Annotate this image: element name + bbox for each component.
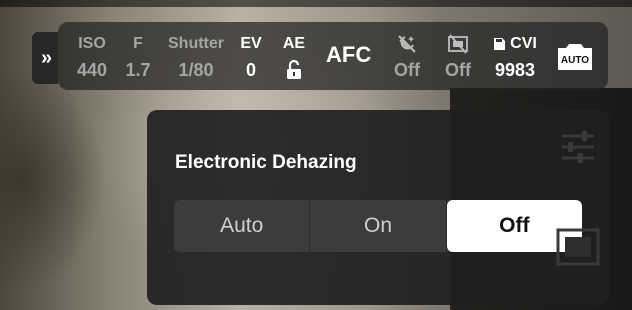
overlay-status-value: Off [445,60,471,80]
panel-title: Electronic Dehazing [175,152,357,173]
dehaze-status[interactable]: Off [389,33,425,85]
option-auto[interactable]: Auto [174,200,311,252]
sd-card-icon [494,38,506,50]
ev-param[interactable]: EV 0 [236,33,266,85]
sliders-icon[interactable] [560,130,596,164]
frame-icon[interactable] [556,228,600,266]
camera-auto-icon: AUTO [558,44,592,70]
double-chevron-right-icon: » [40,46,52,69]
dehaze-off-icon [398,35,416,53]
dehaze-status-value: Off [394,60,420,80]
camera-mode-button[interactable]: AUTO [555,40,595,77]
iso-label: ISO [78,35,106,52]
dehazing-mode-selector: Auto On Off [174,200,582,252]
aperture-label: F [133,35,143,52]
storage-value: 9983 [494,60,536,80]
ae-label: AE [282,35,306,52]
overlay-off-icon [448,34,468,54]
shutter-value: 1/80 [178,60,214,80]
aperture-value: 1.7 [125,60,151,80]
ev-label: EV [240,35,262,52]
storage-label: CVI [510,35,537,52]
camera-auto-badge: AUTO [561,55,589,66]
iso-value: 440 [76,60,108,80]
shutter-param[interactable]: Shutter 1/80 [163,33,229,85]
shutter-label: Shutter [168,35,224,52]
option-on[interactable]: On [310,200,447,252]
top-edge-bar [0,0,632,7]
aperture-param[interactable]: F 1.7 [121,33,155,85]
ae-param[interactable]: AE [278,33,310,85]
iso-param[interactable]: ISO 440 [72,33,112,85]
focus-mode-button[interactable]: AFC [326,42,371,68]
unlock-icon [287,60,301,79]
ev-value: 0 [245,60,256,80]
expand-toolbar-button[interactable]: » [32,32,58,84]
overlay-status[interactable]: Off [440,33,476,85]
storage-status[interactable]: CVI 9983 [487,33,543,85]
